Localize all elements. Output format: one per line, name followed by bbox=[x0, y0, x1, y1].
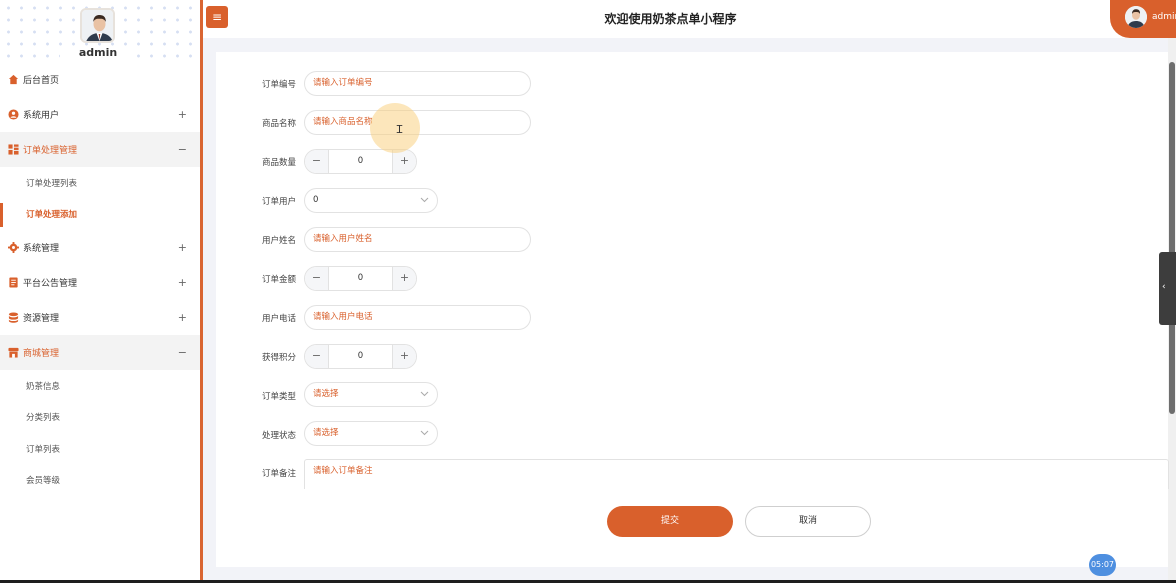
sidebar-item-system-management[interactable]: 系统管理 + bbox=[0, 230, 200, 265]
expand-icon[interactable]: + bbox=[178, 108, 187, 121]
sidebar-item-label: 资源管理 bbox=[23, 314, 60, 324]
user-name-label: 用户姓名 bbox=[261, 236, 296, 246]
order-user-value: 0 bbox=[313, 195, 319, 205]
decrement-button[interactable]: − bbox=[305, 267, 329, 290]
submenu-item-order-list[interactable]: 订单列表 bbox=[0, 433, 200, 465]
database-icon bbox=[8, 312, 19, 323]
sidebar-item-label: 后台首页 bbox=[23, 76, 60, 86]
chevron-left-icon: ‹ bbox=[1162, 282, 1166, 292]
submit-button[interactable]: 提交 bbox=[607, 506, 733, 537]
order-no-input[interactable]: 请输入订单编号 bbox=[304, 71, 531, 96]
sidebar-item-label: 平台公告管理 bbox=[23, 279, 78, 289]
home-icon bbox=[8, 74, 19, 85]
sidebar-item-label: 系统用户 bbox=[23, 111, 60, 121]
sidebar-item-order-processing[interactable]: 订单处理管理 − bbox=[0, 132, 200, 167]
sidebar-item-home[interactable]: 后台首页 bbox=[0, 62, 200, 97]
gear-icon bbox=[8, 242, 19, 253]
order-user-select[interactable]: 0 bbox=[304, 188, 438, 213]
grid-icon bbox=[8, 144, 19, 155]
top-bar: ≡ 欢迎使用奶茶点单小程序 admin bbox=[203, 0, 1176, 38]
order-type-placeholder: 请选择 bbox=[313, 389, 339, 399]
product-name-label: 商品名称 bbox=[261, 119, 296, 129]
sidebar-item-system-users[interactable]: 系统用户 + bbox=[0, 97, 200, 132]
sidebar-username: admin bbox=[60, 46, 136, 59]
submenu-item-label: 奶茶信息 bbox=[26, 381, 61, 392]
order-type-label: 订单类型 bbox=[261, 392, 296, 402]
remark-textarea[interactable]: 请输入订单备注 bbox=[304, 459, 1169, 489]
collapse-icon[interactable]: − bbox=[178, 346, 187, 359]
submenu-item-label: 订单列表 bbox=[26, 444, 61, 455]
admin-avatar[interactable] bbox=[80, 8, 115, 43]
submenu-item-label: 会员等级 bbox=[26, 476, 61, 487]
expand-icon[interactable]: + bbox=[178, 311, 187, 324]
increment-button[interactable]: + bbox=[392, 150, 416, 173]
app-window: admin 后台首页 系统用户 + 订单处理管理 − 订单处理列表 订单处理添加 bbox=[0, 0, 1176, 583]
avatar-portrait-icon bbox=[82, 10, 113, 41]
user-name-input[interactable]: 请输入用户姓名 bbox=[304, 227, 531, 252]
decrement-button[interactable]: − bbox=[305, 345, 329, 368]
quantity-value[interactable]: 0 bbox=[329, 150, 392, 173]
user-menu[interactable]: admin bbox=[1110, 0, 1176, 38]
sidebar-item-mall[interactable]: 商城管理 − bbox=[0, 335, 200, 370]
user-avatar bbox=[1125, 6, 1147, 28]
chevron-down-icon bbox=[420, 197, 429, 203]
menu-toggle-button[interactable]: ≡ bbox=[206, 6, 228, 28]
submenu-item-label: 订单处理添加 bbox=[26, 210, 78, 221]
avatar-portrait-icon bbox=[1125, 6, 1147, 28]
quantity-label: 商品数量 bbox=[261, 158, 296, 168]
order-type-select[interactable]: 请选择 bbox=[304, 382, 438, 407]
order-user-label: 订单用户 bbox=[261, 197, 296, 207]
remark-label: 订单备注 bbox=[261, 469, 296, 479]
decrement-button[interactable]: − bbox=[305, 150, 329, 173]
recording-timer: 05:07 bbox=[1089, 554, 1116, 576]
status-label: 处理状态 bbox=[261, 431, 296, 441]
points-value[interactable]: 0 bbox=[329, 345, 392, 368]
submenu-item-label: 分类列表 bbox=[26, 413, 61, 424]
user-icon bbox=[8, 109, 19, 120]
status-select[interactable]: 请选择 bbox=[304, 421, 438, 446]
user-name: admin bbox=[1152, 12, 1176, 22]
sidebar-item-label: 订单处理管理 bbox=[23, 146, 78, 156]
cancel-button[interactable]: 取消 bbox=[745, 506, 871, 537]
sidebar-item-label: 商城管理 bbox=[23, 349, 60, 359]
chevron-down-icon bbox=[420, 430, 429, 436]
product-name-input[interactable]: 请输入商品名称 bbox=[304, 110, 531, 135]
sidebar-header: admin bbox=[0, 0, 200, 62]
amount-label: 订单金额 bbox=[261, 275, 296, 285]
page-title: 欢迎使用奶茶点单小程序 bbox=[604, 12, 737, 26]
phone-label: 用户电话 bbox=[261, 314, 296, 324]
scrollbar-thumb[interactable] bbox=[1169, 62, 1175, 414]
sidebar-item-announcements[interactable]: 平台公告管理 + bbox=[0, 265, 200, 300]
amount-value[interactable]: 0 bbox=[329, 267, 392, 290]
chevron-down-icon bbox=[420, 391, 429, 397]
submenu-item-order-processing-add[interactable]: 订单处理添加 bbox=[0, 199, 200, 231]
side-panel-tab[interactable]: ‹ bbox=[1159, 252, 1176, 325]
sidebar-item-resources[interactable]: 资源管理 + bbox=[0, 300, 200, 335]
phone-input[interactable]: 请输入用户电话 bbox=[304, 305, 531, 330]
collapse-icon[interactable]: − bbox=[178, 143, 187, 156]
expand-icon[interactable]: + bbox=[178, 276, 187, 289]
points-stepper: − 0 + bbox=[304, 344, 417, 369]
submenu-item-order-processing-list[interactable]: 订单处理列表 bbox=[0, 167, 200, 199]
sidebar: admin 后台首页 系统用户 + 订单处理管理 − 订单处理列表 订单处理添加 bbox=[0, 0, 200, 583]
sidebar-menu: 后台首页 系统用户 + 订单处理管理 − 订单处理列表 订单处理添加 系统管理 bbox=[0, 62, 200, 496]
points-label: 获得积分 bbox=[261, 353, 296, 363]
amount-stepper: − 0 + bbox=[304, 266, 417, 291]
quantity-stepper: − 0 + bbox=[304, 149, 417, 174]
store-icon bbox=[8, 347, 19, 358]
expand-icon[interactable]: + bbox=[178, 241, 187, 254]
increment-button[interactable]: + bbox=[392, 267, 416, 290]
submenu-item-label: 订单处理列表 bbox=[26, 178, 78, 189]
increment-button[interactable]: + bbox=[392, 345, 416, 368]
sidebar-item-label: 系统管理 bbox=[23, 244, 60, 254]
submenu-item-milk-tea-info[interactable]: 奶茶信息 bbox=[0, 370, 200, 402]
status-placeholder: 请选择 bbox=[313, 428, 339, 438]
submenu-item-category-list[interactable]: 分类列表 bbox=[0, 402, 200, 434]
order-no-label: 订单编号 bbox=[261, 80, 296, 90]
submenu-item-member-level[interactable]: 会员等级 bbox=[0, 465, 200, 497]
document-icon bbox=[9, 277, 18, 288]
